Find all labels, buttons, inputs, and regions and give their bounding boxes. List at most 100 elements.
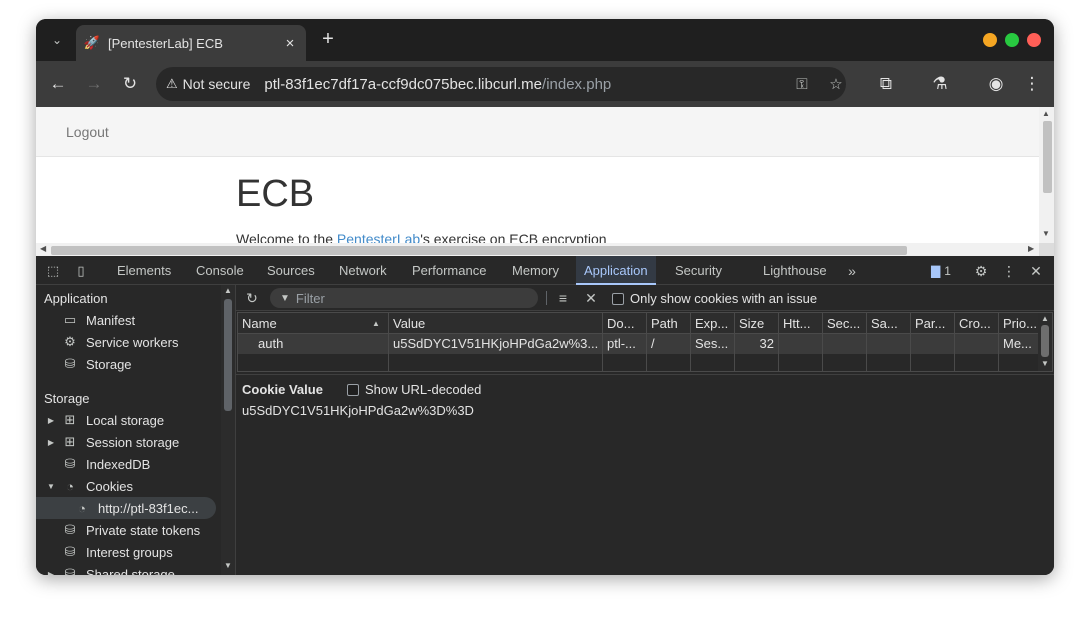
gears-icon: ⚙ xyxy=(64,334,76,349)
extensions-puzzle-icon[interactable]: ⧉ xyxy=(874,72,898,96)
scroll-right-icon[interactable]: ▶ xyxy=(1028,244,1034,253)
maximize-button[interactable] xyxy=(1005,33,1019,47)
clear-all-icon[interactable]: ≡ xyxy=(554,289,572,307)
expand-arrow-icon[interactable]: ▶ xyxy=(46,416,56,425)
checkbox-box[interactable] xyxy=(347,383,359,396)
sidebar-item-cookies[interactable]: ▼ ◔ Cookies xyxy=(36,475,220,497)
url-text[interactable]: ptl-83f1ec7df17a-ccf9dc075bec.libcurl.me… xyxy=(264,76,611,93)
tab-application[interactable]: Application xyxy=(576,256,656,285)
column-header-partition-key[interactable]: Par... xyxy=(911,313,955,333)
close-tab-icon[interactable]: × xyxy=(282,35,298,52)
star-icon[interactable]: ☆ xyxy=(826,74,846,94)
scroll-down-icon[interactable]: ▼ xyxy=(1042,229,1050,238)
tab-performance[interactable]: Performance xyxy=(412,256,486,285)
column-header-path[interactable]: Path xyxy=(647,313,691,333)
sidebar-item-session-storage[interactable]: ▶ ⊞ Session storage xyxy=(36,431,220,453)
sort-ascending-icon: ▲ xyxy=(372,319,380,328)
more-tabs-icon[interactable]: » xyxy=(843,262,861,280)
scroll-up-icon[interactable]: ▲ xyxy=(1042,109,1050,118)
page-horizontal-scrollbar[interactable]: ◀ ▶ xyxy=(36,243,1039,256)
column-header-size[interactable]: Size xyxy=(735,313,779,333)
tab-lighthouse[interactable]: Lighthouse xyxy=(763,256,827,285)
sidebar-scroll-thumb[interactable] xyxy=(224,299,232,411)
scroll-left-icon[interactable]: ◀ xyxy=(40,244,46,253)
application-sidebar: Application ▭ Manifest ⚙ Service workers ⛁… xyxy=(36,285,236,575)
browser-tab[interactable]: 🚀 [PentesterLab] ECB × xyxy=(76,25,306,61)
column-header-expires[interactable]: Exp... xyxy=(691,313,735,333)
column-header-value[interactable]: Value xyxy=(389,313,603,333)
delete-selected-icon[interactable]: ✕ xyxy=(582,289,600,307)
labs-flask-icon[interactable]: ⚗ xyxy=(928,72,952,96)
sidebar-item-storage[interactable]: ⛁ Storage xyxy=(36,353,220,375)
scroll-down-icon[interactable]: ▼ xyxy=(1041,359,1049,368)
table-scroll-thumb[interactable] xyxy=(1041,325,1049,357)
device-toolbar-icon[interactable]: ▯ xyxy=(72,262,90,280)
inspect-element-icon[interactable]: ⬚ xyxy=(44,262,62,280)
scroll-up-icon[interactable]: ▲ xyxy=(224,286,232,295)
filter-input[interactable]: ▼ Filter xyxy=(270,288,538,308)
scroll-down-icon[interactable]: ▼ xyxy=(224,561,232,570)
column-header-httponly[interactable]: Htt... xyxy=(779,313,823,333)
sidebar-item-cookie-origin[interactable]: ◔ http://ptl-83f1ec... xyxy=(36,497,216,519)
tab-sources[interactable]: Sources xyxy=(267,256,315,285)
tab-title: [PentesterLab] ECB xyxy=(108,35,223,51)
forward-arrow-icon[interactable]: → xyxy=(82,72,106,96)
close-window-button[interactable] xyxy=(1027,33,1041,47)
security-chip[interactable]: ⚠ Not secure xyxy=(166,76,250,92)
minimize-button[interactable] xyxy=(983,33,997,47)
sidebar-item-manifest[interactable]: ▭ Manifest xyxy=(36,309,220,331)
tab-elements[interactable]: Elements xyxy=(117,256,171,285)
profile-icon[interactable]: ◉ xyxy=(984,72,1008,96)
tab-console[interactable]: Console xyxy=(196,256,244,285)
application-heading: Application xyxy=(44,291,108,306)
table-row[interactable]: auth u5SdDYC1V51HKjoHPdGa2w%3... ptl-...… xyxy=(238,334,1040,354)
column-header-domain[interactable]: Do... xyxy=(603,313,647,333)
menu-kebab-icon[interactable]: ⋮ xyxy=(1020,72,1044,96)
cookie-cross-site xyxy=(955,334,999,354)
address-bar[interactable]: ⚠ Not secure ptl-83f1ec7df17a-ccf9dc075b… xyxy=(156,67,846,101)
back-arrow-icon[interactable]: ← xyxy=(46,72,70,96)
sidebar-item-service-workers[interactable]: ⚙ Service workers xyxy=(36,331,220,353)
only-issues-checkbox[interactable]: Only show cookies with an issue xyxy=(612,291,817,306)
sidebar-item-indexeddb[interactable]: ⛁ IndexedDB xyxy=(36,453,220,475)
settings-gear-icon[interactable]: ⚙ xyxy=(972,262,990,280)
url-decoded-checkbox[interactable]: Show URL-decoded xyxy=(347,382,481,397)
sidebar-item-interest-groups[interactable]: ⛁ Interest groups xyxy=(36,541,220,563)
sidebar-scrollbar[interactable]: ▲ ▼ xyxy=(221,285,235,575)
cookie-partition-key xyxy=(911,334,955,354)
tab-security[interactable]: Security xyxy=(675,256,722,285)
sidebar-item-shared-storage[interactable]: ▶ ⛁ Shared storage xyxy=(36,563,220,575)
column-header-priority[interactable]: Prio... xyxy=(999,313,1041,333)
tab-search-chevron-icon[interactable]: ⌄ xyxy=(46,29,68,51)
table-scrollbar[interactable]: ▲ ▼ xyxy=(1038,313,1052,371)
collapse-arrow-icon[interactable]: ▼ xyxy=(46,482,56,491)
page-vertical-scrollbar[interactable]: ▲ ▼ xyxy=(1039,107,1054,243)
key-icon[interactable]: ⚿ xyxy=(792,74,812,94)
column-header-secure[interactable]: Sec... xyxy=(823,313,867,333)
page-hscroll-thumb[interactable] xyxy=(51,246,907,255)
column-header-samesite[interactable]: Sa... xyxy=(867,313,911,333)
checkbox-box[interactable] xyxy=(612,292,624,305)
close-devtools-icon[interactable]: ✕ xyxy=(1027,262,1045,280)
not-secure-label: Not secure xyxy=(182,76,251,92)
devtools-panel: ⬚ ▯ Elements Console Sources Network Per… xyxy=(36,256,1054,575)
refresh-icon[interactable]: ↻ xyxy=(243,289,261,307)
page-scroll-thumb[interactable] xyxy=(1043,121,1052,193)
expand-arrow-icon[interactable]: ▶ xyxy=(46,438,56,447)
expand-arrow-icon[interactable]: ▶ xyxy=(46,570,56,576)
database-icon: ⛁ xyxy=(64,456,76,471)
cookie-value-text[interactable]: u5SdDYC1V51HKjoHPdGa2w%3D%3D xyxy=(242,403,474,418)
filter-placeholder: Filter xyxy=(295,290,325,306)
tab-memory[interactable]: Memory xyxy=(512,256,559,285)
new-tab-button[interactable]: + xyxy=(316,29,340,51)
column-header-name[interactable]: Name xyxy=(238,313,389,333)
tab-network[interactable]: Network xyxy=(339,256,387,285)
issues-button[interactable]: ▇ 1 xyxy=(926,262,956,280)
scroll-up-icon[interactable]: ▲ xyxy=(1041,314,1049,323)
sidebar-item-local-storage[interactable]: ▶ ⊞ Local storage xyxy=(36,409,220,431)
column-header-cross-site[interactable]: Cro... xyxy=(955,313,999,333)
reload-icon[interactable]: ↻ xyxy=(118,72,142,96)
devtools-menu-icon[interactable]: ⋮ xyxy=(1000,262,1018,280)
sidebar-item-private-state-tokens[interactable]: ⛁ Private state tokens xyxy=(36,519,220,541)
logout-link[interactable]: Logout xyxy=(66,124,109,140)
